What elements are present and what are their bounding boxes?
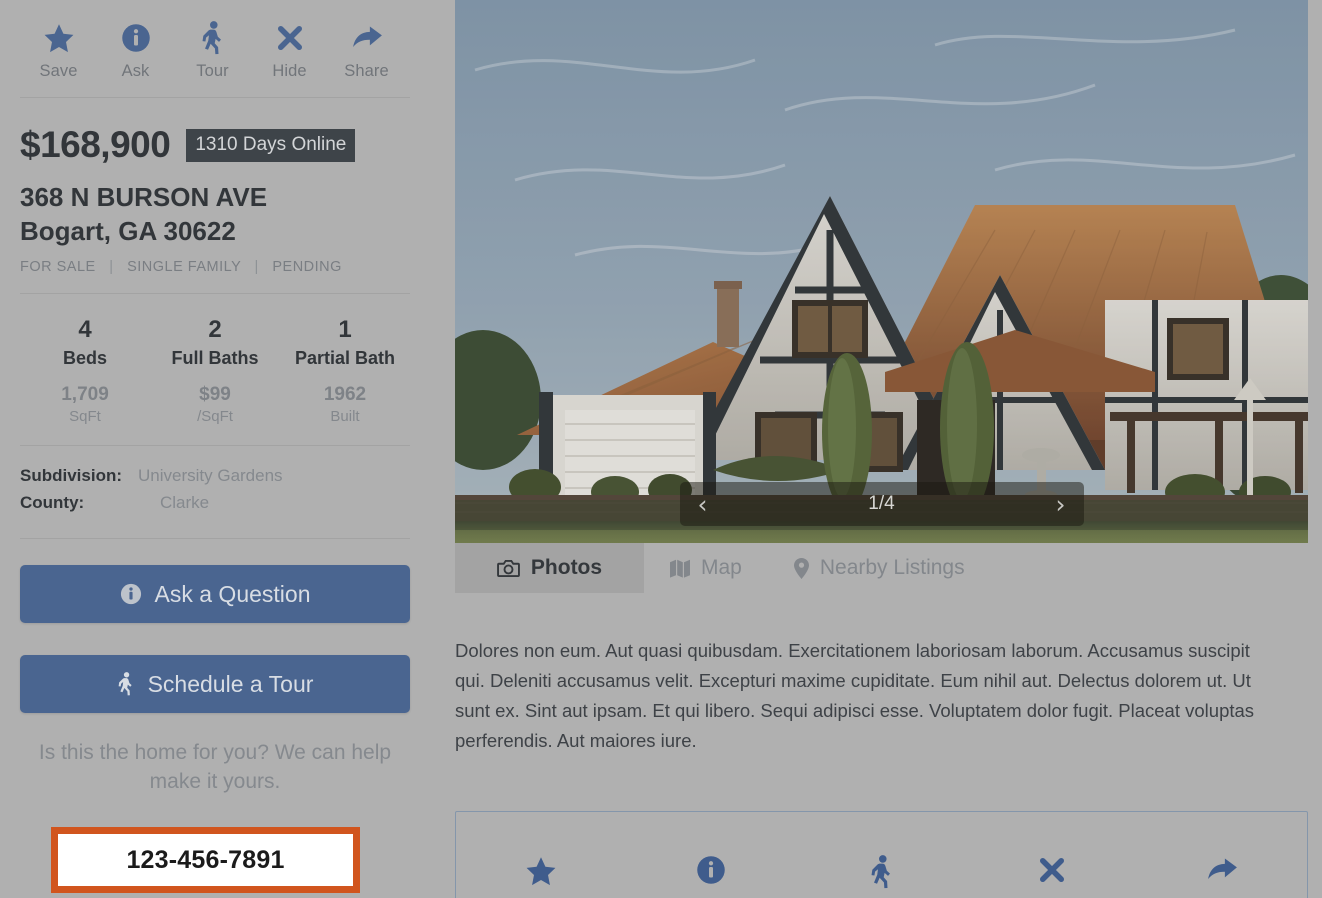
button-label: Ask a Question — [154, 580, 311, 607]
property-photo — [455, 0, 1308, 543]
stat-beds: 4 Beds 1,709 SqFt — [20, 316, 150, 425]
listing-sidebar: Save Ask Tour Hide Share $168,900 1310 D… — [0, 0, 430, 898]
stat-sub-label: /SqFt — [197, 407, 233, 425]
action-label: Ask — [121, 62, 150, 80]
carousel-prev-icon[interactable]: ‹ — [698, 492, 708, 517]
action-ask[interactable]: Ask — [97, 18, 174, 81]
action-tour[interactable]: Tour — [174, 18, 251, 81]
x-close-icon — [251, 18, 328, 58]
photo-carousel-controls[interactable]: ‹ 1/4 › — [679, 482, 1084, 526]
phone-number-highlight[interactable]: 123-456-7891 — [51, 827, 360, 893]
quick-action-bar: Save Ask Tour Hide Share — [20, 0, 410, 91]
divider — [20, 97, 410, 98]
carousel-next-icon[interactable]: › — [1055, 492, 1065, 517]
star-icon — [20, 18, 97, 58]
info-circle-icon — [120, 583, 142, 605]
property-photo-gallery[interactable]: ‹ 1/4 › — [455, 0, 1308, 543]
detail-subdivision: Subdivision: University Gardens — [20, 462, 410, 489]
status-tags: FOR SALE | SINGLE FAMILY | PENDING — [20, 259, 410, 275]
helper-text: Is this the home for you? We can help ma… — [38, 741, 392, 793]
map-icon — [670, 559, 690, 578]
action-label: Tour — [196, 62, 229, 80]
bottom-action-save[interactable] — [456, 855, 626, 893]
bottom-action-ask[interactable] — [626, 855, 796, 890]
divider — [20, 444, 410, 446]
carousel-counter: 1/4 — [868, 493, 895, 514]
stat-label: Beds — [62, 347, 107, 368]
x-close-icon — [1037, 855, 1067, 890]
detail-value: University Gardens — [138, 465, 283, 485]
phone-number: 123-456-7891 — [126, 845, 285, 874]
bottom-action-card — [455, 810, 1308, 898]
detail-key: Subdivision: — [20, 465, 122, 485]
bottom-action-tour[interactable] — [796, 854, 966, 894]
property-listing-page: Save Ask Tour Hide Share $168,900 1310 D… — [0, 0, 1322, 898]
tab-label: Nearby Listings — [819, 556, 965, 579]
address-line-2: Bogart, GA 30622 — [20, 216, 236, 247]
status-tag-pending: PENDING — [272, 258, 342, 275]
button-label: Schedule a Tour — [147, 670, 314, 697]
share-arrow-icon — [328, 18, 405, 58]
share-arrow-icon — [1205, 855, 1239, 890]
property-details: Subdivision: University Gardens County: … — [20, 462, 410, 516]
property-stats: 4 Beds 1,709 SqFt 2 Full Baths $99 /SqFt… — [20, 316, 410, 425]
walking-person-icon — [117, 672, 135, 696]
ask-a-question-button[interactable]: Ask a Question — [20, 565, 410, 624]
stat-sub-label: Built — [330, 407, 360, 425]
detail-county: County: Clarke — [20, 489, 410, 516]
ask-question-button-wrap: Ask a Question — [20, 565, 410, 624]
listing-address: 368 N BURSON AVE Bogart, GA 30622 — [20, 180, 410, 249]
days-online-badge: 1310 Days Online — [186, 128, 356, 162]
walking-person-icon — [869, 854, 895, 894]
action-share[interactable]: Share — [328, 18, 405, 81]
pin-icon — [793, 557, 809, 579]
schedule-a-tour-button[interactable]: Schedule a Tour — [20, 655, 410, 714]
stat-label: Full Baths — [171, 347, 259, 368]
info-circle-icon — [696, 855, 726, 890]
stat-sub-label: SqFt — [69, 407, 101, 425]
stat-partial-bath: 1 Partial Bath 1962 Built — [280, 316, 410, 425]
schedule-tour-button-wrap: Schedule a Tour — [20, 655, 410, 714]
tag-separator: | — [109, 258, 114, 275]
detail-value: Clarke — [160, 493, 210, 513]
action-save[interactable]: Save — [20, 18, 97, 81]
bottom-action-share[interactable] — [1137, 855, 1307, 890]
star-icon — [524, 855, 558, 893]
camera-icon — [497, 559, 520, 578]
tab-label: Map — [701, 556, 742, 579]
divider — [20, 292, 410, 294]
stat-value: 4 — [78, 315, 92, 343]
stat-label: Partial Bath — [294, 347, 396, 368]
stat-sub-value: $99 — [199, 383, 231, 405]
divider — [20, 538, 410, 540]
stat-value: 1 — [338, 315, 352, 343]
tab-label: Photos — [530, 556, 603, 579]
property-description: Dolores non eum. Aut quasi quibusdam. Ex… — [455, 640, 1255, 752]
tab-nearby-listings[interactable]: Nearby Listings — [768, 543, 991, 593]
tab-map[interactable]: Map — [644, 543, 768, 593]
address-line-1: 368 N BURSON AVE — [20, 182, 268, 212]
listing-price: $168,900 — [20, 124, 171, 165]
price-row: $168,900 1310 Days Online — [20, 124, 410, 166]
action-label: Share — [344, 62, 389, 80]
stat-sub-value: 1,709 — [61, 383, 109, 405]
listing-main-content: ‹ 1/4 › Photos Map Nearby Listings Dolor… — [455, 0, 1308, 898]
info-circle-icon — [97, 18, 174, 58]
tab-photos[interactable]: Photos — [455, 543, 644, 593]
walking-person-icon — [174, 18, 251, 58]
media-tabs: Photos Map Nearby Listings — [455, 543, 1308, 593]
status-tag-for-sale: FOR SALE — [20, 258, 96, 275]
stat-value: 2 — [208, 315, 222, 343]
action-label: Hide — [272, 62, 307, 80]
action-label: Save — [39, 62, 78, 80]
stat-full-baths: 2 Full Baths $99 /SqFt — [150, 316, 280, 425]
tag-separator: | — [254, 258, 259, 275]
detail-key: County: — [20, 493, 85, 513]
bottom-action-hide[interactable] — [967, 855, 1137, 890]
stat-sub-value: 1962 — [323, 383, 367, 405]
action-hide[interactable]: Hide — [251, 18, 328, 81]
status-tag-type: SINGLE FAMILY — [127, 258, 242, 275]
